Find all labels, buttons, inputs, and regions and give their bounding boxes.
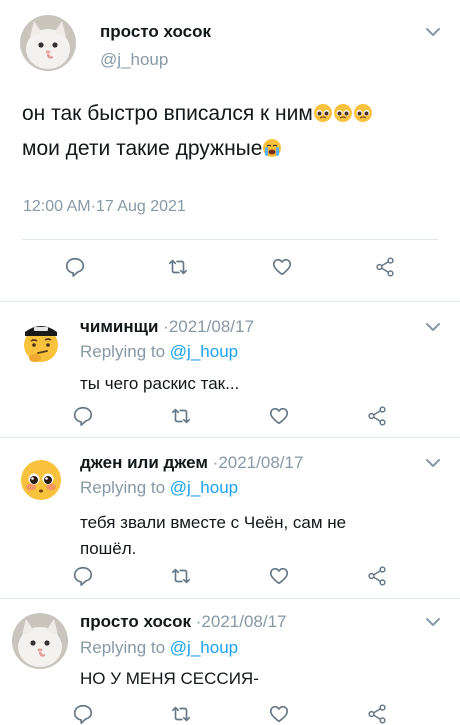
thinking-face-cap-avatar: [18, 318, 64, 364]
reply-icon[interactable]: [64, 256, 86, 278]
like-icon[interactable]: [271, 256, 293, 278]
like-icon[interactable]: [268, 703, 290, 725]
share-icon[interactable]: [366, 703, 388, 725]
share-icon[interactable]: [366, 405, 388, 427]
tweet-text-line1: он так быстро вписался к ним: [22, 102, 313, 125]
share-icon[interactable]: [374, 256, 396, 278]
like-icon[interactable]: [268, 565, 290, 587]
reply-date[interactable]: ·2021/08/17: [163, 317, 254, 336]
replying-to-label: Replying to: [80, 478, 166, 497]
divider: [0, 437, 460, 438]
reply-text: НО У МЕНЯ СЕССИЯ-: [80, 669, 259, 688]
flushed-face-avatar: [18, 457, 64, 503]
chevron-down-icon[interactable]: [424, 454, 442, 472]
tweet-timestamp[interactable]: 12:00 AM·17 Aug 2021: [23, 198, 186, 216]
display-name[interactable]: джен или джем: [80, 453, 208, 472]
divider: [0, 301, 460, 302]
display-name[interactable]: просто хосок: [80, 612, 191, 631]
replying-to-label: Replying to: [80, 342, 166, 361]
reply-date[interactable]: ·2021/08/17: [213, 453, 304, 472]
user-handle[interactable]: @j_houp: [100, 50, 168, 70]
crying-face-emoji: [262, 136, 282, 168]
chevron-down-icon[interactable]: [424, 318, 442, 336]
replying-to: Replying to @j_houp: [80, 638, 238, 658]
reply-actions: [72, 703, 388, 725]
like-icon[interactable]: [268, 405, 290, 427]
retweet-icon[interactable]: [170, 405, 192, 427]
replying-to: Replying to @j_houp: [80, 342, 238, 362]
reply-text-line2: пошёл.: [80, 539, 137, 558]
replying-to-handle[interactable]: @j_houp: [170, 638, 238, 657]
tweet-actions: [64, 256, 396, 278]
cat-avatar-image: [12, 613, 68, 669]
chevron-down-icon[interactable]: [424, 23, 442, 41]
reply-date[interactable]: ·2021/08/17: [196, 612, 287, 631]
reply-actions: [72, 565, 388, 587]
retweet-icon[interactable]: [170, 565, 192, 587]
reply-text: тебя звали вместе с Чеён, сам не пошёл.: [80, 510, 346, 562]
tweet-text-line2: мои дети такие дружные: [22, 137, 263, 160]
divider: [0, 598, 460, 599]
reply-header: джен или джем ·2021/08/17: [80, 453, 303, 473]
tweet-text: он так быстро вписался к ним мои дети та…: [22, 98, 373, 168]
cat-avatar-image: [20, 15, 76, 71]
chevron-down-icon[interactable]: [424, 613, 442, 631]
share-icon[interactable]: [366, 565, 388, 587]
reply-text-line1: тебя звали вместе с Чеён, сам не: [80, 513, 347, 532]
replying-to-handle[interactable]: @j_houp: [170, 342, 238, 361]
avatar[interactable]: [12, 613, 68, 669]
avatar[interactable]: [18, 318, 64, 364]
reply-header: чиминщи ·2021/08/17: [80, 317, 254, 337]
reply-icon[interactable]: [72, 405, 94, 427]
replying-to: Replying to @j_houp: [80, 478, 238, 498]
pleading-face-emoji: [313, 101, 373, 133]
display-name[interactable]: чиминщи: [80, 317, 158, 336]
avatar[interactable]: [20, 15, 76, 71]
retweet-icon[interactable]: [170, 703, 192, 725]
reply-header: просто хосок ·2021/08/17: [80, 612, 287, 632]
replying-to-handle[interactable]: @j_houp: [170, 478, 238, 497]
reply-actions: [72, 405, 388, 427]
retweet-icon[interactable]: [167, 256, 189, 278]
reply-icon[interactable]: [72, 703, 94, 725]
replying-to-label: Replying to: [80, 638, 166, 657]
reply-icon[interactable]: [72, 565, 94, 587]
divider: [22, 239, 438, 240]
display-name[interactable]: просто хосок: [100, 22, 211, 42]
reply-text: ты чего раскис так...: [80, 374, 240, 393]
avatar[interactable]: [18, 457, 64, 503]
